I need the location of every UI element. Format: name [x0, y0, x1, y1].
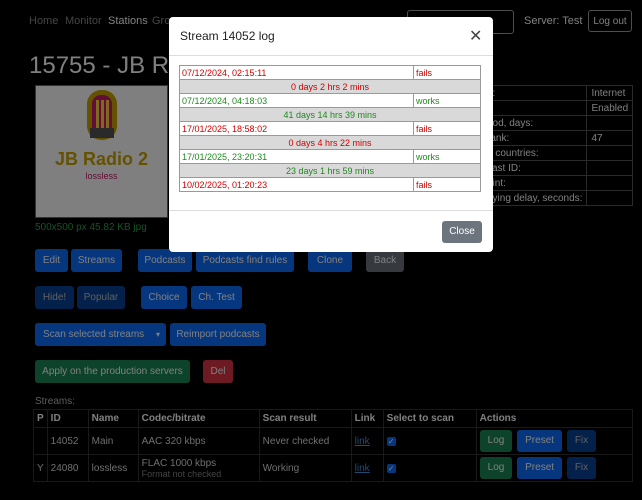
- modal-footer: Close: [169, 210, 493, 253]
- log-duration: 0 days 4 hrs 22 mins: [179, 135, 481, 150]
- log-row: 07/12/2024, 04:18:03 works: [179, 93, 481, 108]
- log-row: 07/12/2024, 02:15:11 fails: [179, 65, 481, 80]
- log-row: 17/01/2025, 23:20:31 works: [179, 149, 481, 164]
- modal-header: Stream 14052 log ✕: [169, 17, 493, 56]
- log-status: works: [413, 149, 481, 164]
- close-icon[interactable]: ✕: [469, 26, 482, 46]
- log-gap-row: 0 days 4 hrs 22 mins: [179, 135, 481, 150]
- log-time: 10/02/2025, 01:20:23: [179, 177, 414, 192]
- stream-log-modal: Stream 14052 log ✕ 07/12/2024, 02:15:11 f…: [169, 17, 493, 252]
- log-time: 07/12/2024, 04:18:03: [179, 93, 414, 108]
- log-status: fails: [413, 65, 481, 80]
- log-duration: 0 days 2 hrs 2 mins: [179, 79, 481, 94]
- log-gap-row: 23 days 1 hrs 59 mins: [179, 163, 481, 178]
- log-status: fails: [413, 121, 481, 136]
- log-row: 17/01/2025, 18:58:02 fails: [179, 121, 481, 136]
- log-duration: 23 days 1 hrs 59 mins: [179, 163, 481, 178]
- log-gap-row: 41 days 14 hrs 39 mins: [179, 107, 481, 122]
- log-duration: 41 days 14 hrs 39 mins: [179, 107, 481, 122]
- modal-title: Stream 14052 log: [180, 29, 275, 43]
- log-time: 17/01/2025, 23:20:31: [179, 149, 414, 164]
- log-time: 07/12/2024, 02:15:11: [179, 65, 414, 80]
- stream-log-table: 07/12/2024, 02:15:11 fails 0 days 2 hrs 2…: [179, 65, 481, 192]
- log-gap-row: 0 days 2 hrs 2 mins: [179, 79, 481, 94]
- close-button[interactable]: Close: [442, 221, 482, 243]
- log-time: 17/01/2025, 18:58:02: [179, 121, 414, 136]
- log-row: 10/02/2025, 01:20:23 fails: [179, 177, 481, 192]
- log-status: works: [413, 93, 481, 108]
- log-status: fails: [413, 177, 481, 192]
